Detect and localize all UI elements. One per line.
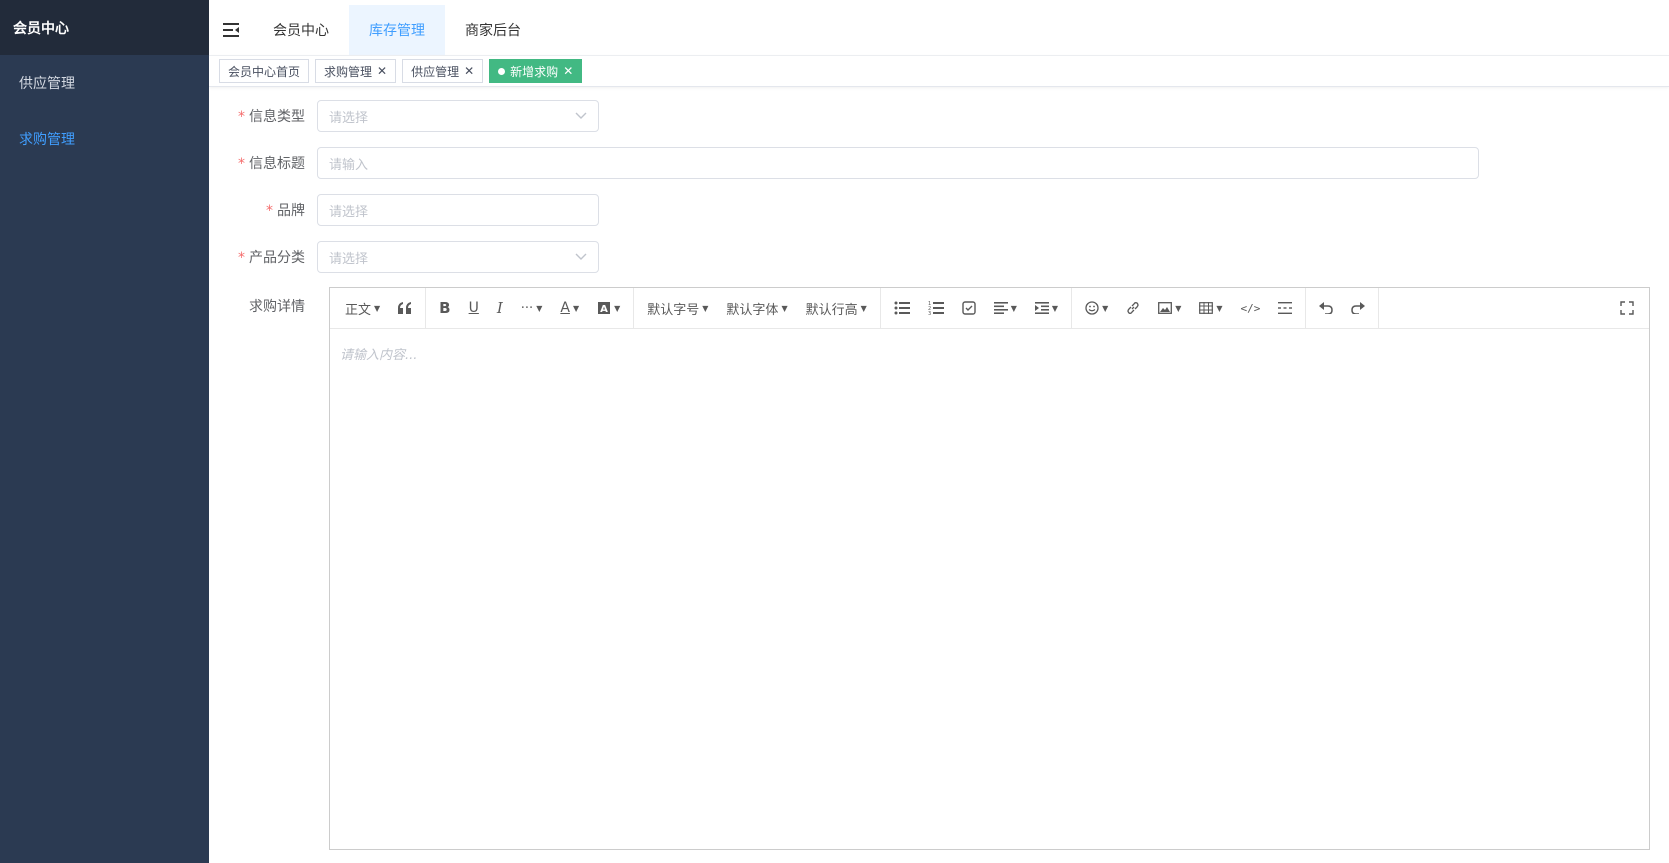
font-size-label: 默认字号: [647, 302, 700, 318]
select-placeholder: 请选择: [329, 110, 369, 126]
toolbar-divider: [879, 288, 881, 328]
info-title-input[interactable]: 请输入: [317, 147, 1479, 179]
rich-text-editor: 正文 ▼ B U I ··· ▼ A ▼ A ▼ 默认字号 ▼ 默认字体 ▼ 默认行高 ▼ 1…: [329, 287, 1650, 850]
tag-new-purchase[interactable]: 新增求购 ✕: [489, 59, 583, 83]
tag-member-home[interactable]: 会员中心首页: [219, 59, 310, 83]
required-mark: *: [238, 156, 245, 172]
emoji-icon[interactable]: ▼: [1076, 288, 1117, 328]
tag-label: 新增求购: [510, 64, 559, 79]
svg-text:A: A: [600, 304, 608, 315]
form-row-category: * 产品分类 请选择: [209, 241, 599, 273]
background-color-icon[interactable]: A ▼: [588, 288, 629, 328]
divider-line-icon[interactable]: [1269, 288, 1301, 328]
italic-icon[interactable]: I: [488, 288, 512, 328]
toolbar-divider: [1378, 288, 1380, 328]
close-icon[interactable]: ✕: [377, 64, 387, 78]
editor-content-area[interactable]: 请输入内容...: [330, 329, 1649, 378]
top-tab-inventory[interactable]: 库存管理: [349, 5, 445, 55]
line-height-label: 默认行高: [805, 302, 858, 318]
sidebar-item-purchase[interactable]: 求购管理: [0, 111, 209, 167]
bold-icon[interactable]: B: [430, 288, 459, 328]
form-row-info-type: * 信息类型 请选择: [209, 100, 599, 132]
close-icon[interactable]: ✕: [464, 64, 474, 78]
info-title-label: 信息标题: [249, 156, 305, 172]
active-dot-icon: [498, 67, 506, 75]
indent-icon[interactable]: ▼: [1026, 288, 1067, 328]
input-placeholder: 请选择: [329, 204, 369, 220]
line-height-dropdown[interactable]: 默认行高 ▼: [797, 288, 876, 328]
caret-down-icon: ▼: [374, 303, 381, 313]
undo-icon[interactable]: [1310, 288, 1342, 328]
category-select[interactable]: 请选择: [317, 241, 599, 273]
bulleted-list-icon[interactable]: [885, 288, 919, 328]
info-type-select[interactable]: 请选择: [317, 100, 599, 132]
font-family-dropdown[interactable]: 默认字体 ▼: [717, 288, 796, 328]
tag-label: 供应管理: [411, 64, 460, 79]
toolbar-divider: [425, 288, 427, 328]
tag-label: 会员中心首页: [228, 64, 301, 79]
redo-icon[interactable]: [1342, 288, 1374, 328]
chevron-down-icon: [575, 253, 587, 261]
toolbar-divider: [1071, 288, 1073, 328]
editor-toolbar: 正文 ▼ B U I ··· ▼ A ▼ A ▼ 默认字号 ▼ 默认字体 ▼ 默认行高 ▼ 1…: [330, 288, 1649, 329]
required-mark: *: [266, 203, 273, 219]
todo-checkbox-icon[interactable]: [953, 288, 985, 328]
purchase-form: * 信息类型 请选择 * 信息标题 请输入 * 品牌 请选择 * 产品分类 请选择 求购…: [209, 86, 1669, 863]
sidebar-title: 会员中心: [0, 0, 209, 55]
tag-label: 求购管理: [324, 64, 373, 79]
tag-purchase-management[interactable]: 求购管理 ✕: [315, 59, 397, 83]
category-label: 产品分类: [249, 250, 305, 266]
chevron-down-icon: [575, 112, 587, 120]
more-styles-icon[interactable]: ··· ▼: [512, 288, 552, 328]
toolbar-divider: [1305, 288, 1307, 328]
select-placeholder: 请选择: [329, 251, 369, 267]
table-icon[interactable]: ▼: [1190, 288, 1231, 328]
sidebar: 会员中心 供应管理 求购管理: [0, 0, 209, 863]
svg-text:3: 3: [928, 311, 931, 315]
top-tab-merchant-backend[interactable]: 商家后台: [445, 5, 541, 55]
required-mark: *: [238, 250, 245, 266]
image-icon[interactable]: ▼: [1149, 288, 1190, 328]
code-icon[interactable]: </>: [1232, 288, 1270, 328]
close-icon[interactable]: ✕: [563, 64, 573, 78]
align-icon[interactable]: ▼: [985, 288, 1026, 328]
editor-placeholder: 请输入内容...: [340, 348, 418, 363]
brand-label: 品牌: [277, 203, 305, 219]
tags-view: 会员中心首页 求购管理 ✕ 供应管理 ✕ 新增求购 ✕: [209, 56, 1669, 87]
info-type-label: 信息类型: [249, 109, 305, 125]
form-row-info-title: * 信息标题 请输入: [209, 147, 1479, 179]
quote-icon[interactable]: [389, 288, 421, 328]
top-navbar: 会员中心 库存管理 商家后台: [209, 5, 1669, 56]
font-color-icon[interactable]: A ▼: [551, 288, 588, 328]
paragraph-dropdown[interactable]: 正文 ▼: [336, 288, 389, 328]
top-tab-member-center[interactable]: 会员中心: [253, 5, 349, 55]
form-row-brand: * 品牌 请选择: [209, 194, 599, 226]
input-placeholder: 请输入: [329, 157, 369, 173]
fullscreen-icon[interactable]: [1611, 288, 1643, 328]
required-mark: *: [238, 109, 245, 125]
toolbar-divider: [633, 288, 635, 328]
detail-label: 求购详情: [249, 299, 305, 315]
font-size-dropdown[interactable]: 默认字号 ▼: [638, 288, 717, 328]
paragraph-label: 正文: [345, 302, 372, 318]
underline-icon[interactable]: U: [460, 288, 488, 328]
menu-fold-icon[interactable]: [209, 5, 253, 55]
font-family-label: 默认字体: [726, 302, 779, 318]
tag-supply-management[interactable]: 供应管理 ✕: [402, 59, 484, 83]
sidebar-item-supply[interactable]: 供应管理: [0, 55, 209, 111]
brand-input[interactable]: 请选择: [317, 194, 599, 226]
link-icon[interactable]: [1117, 288, 1149, 328]
numbered-list-icon[interactable]: 123: [919, 288, 953, 328]
